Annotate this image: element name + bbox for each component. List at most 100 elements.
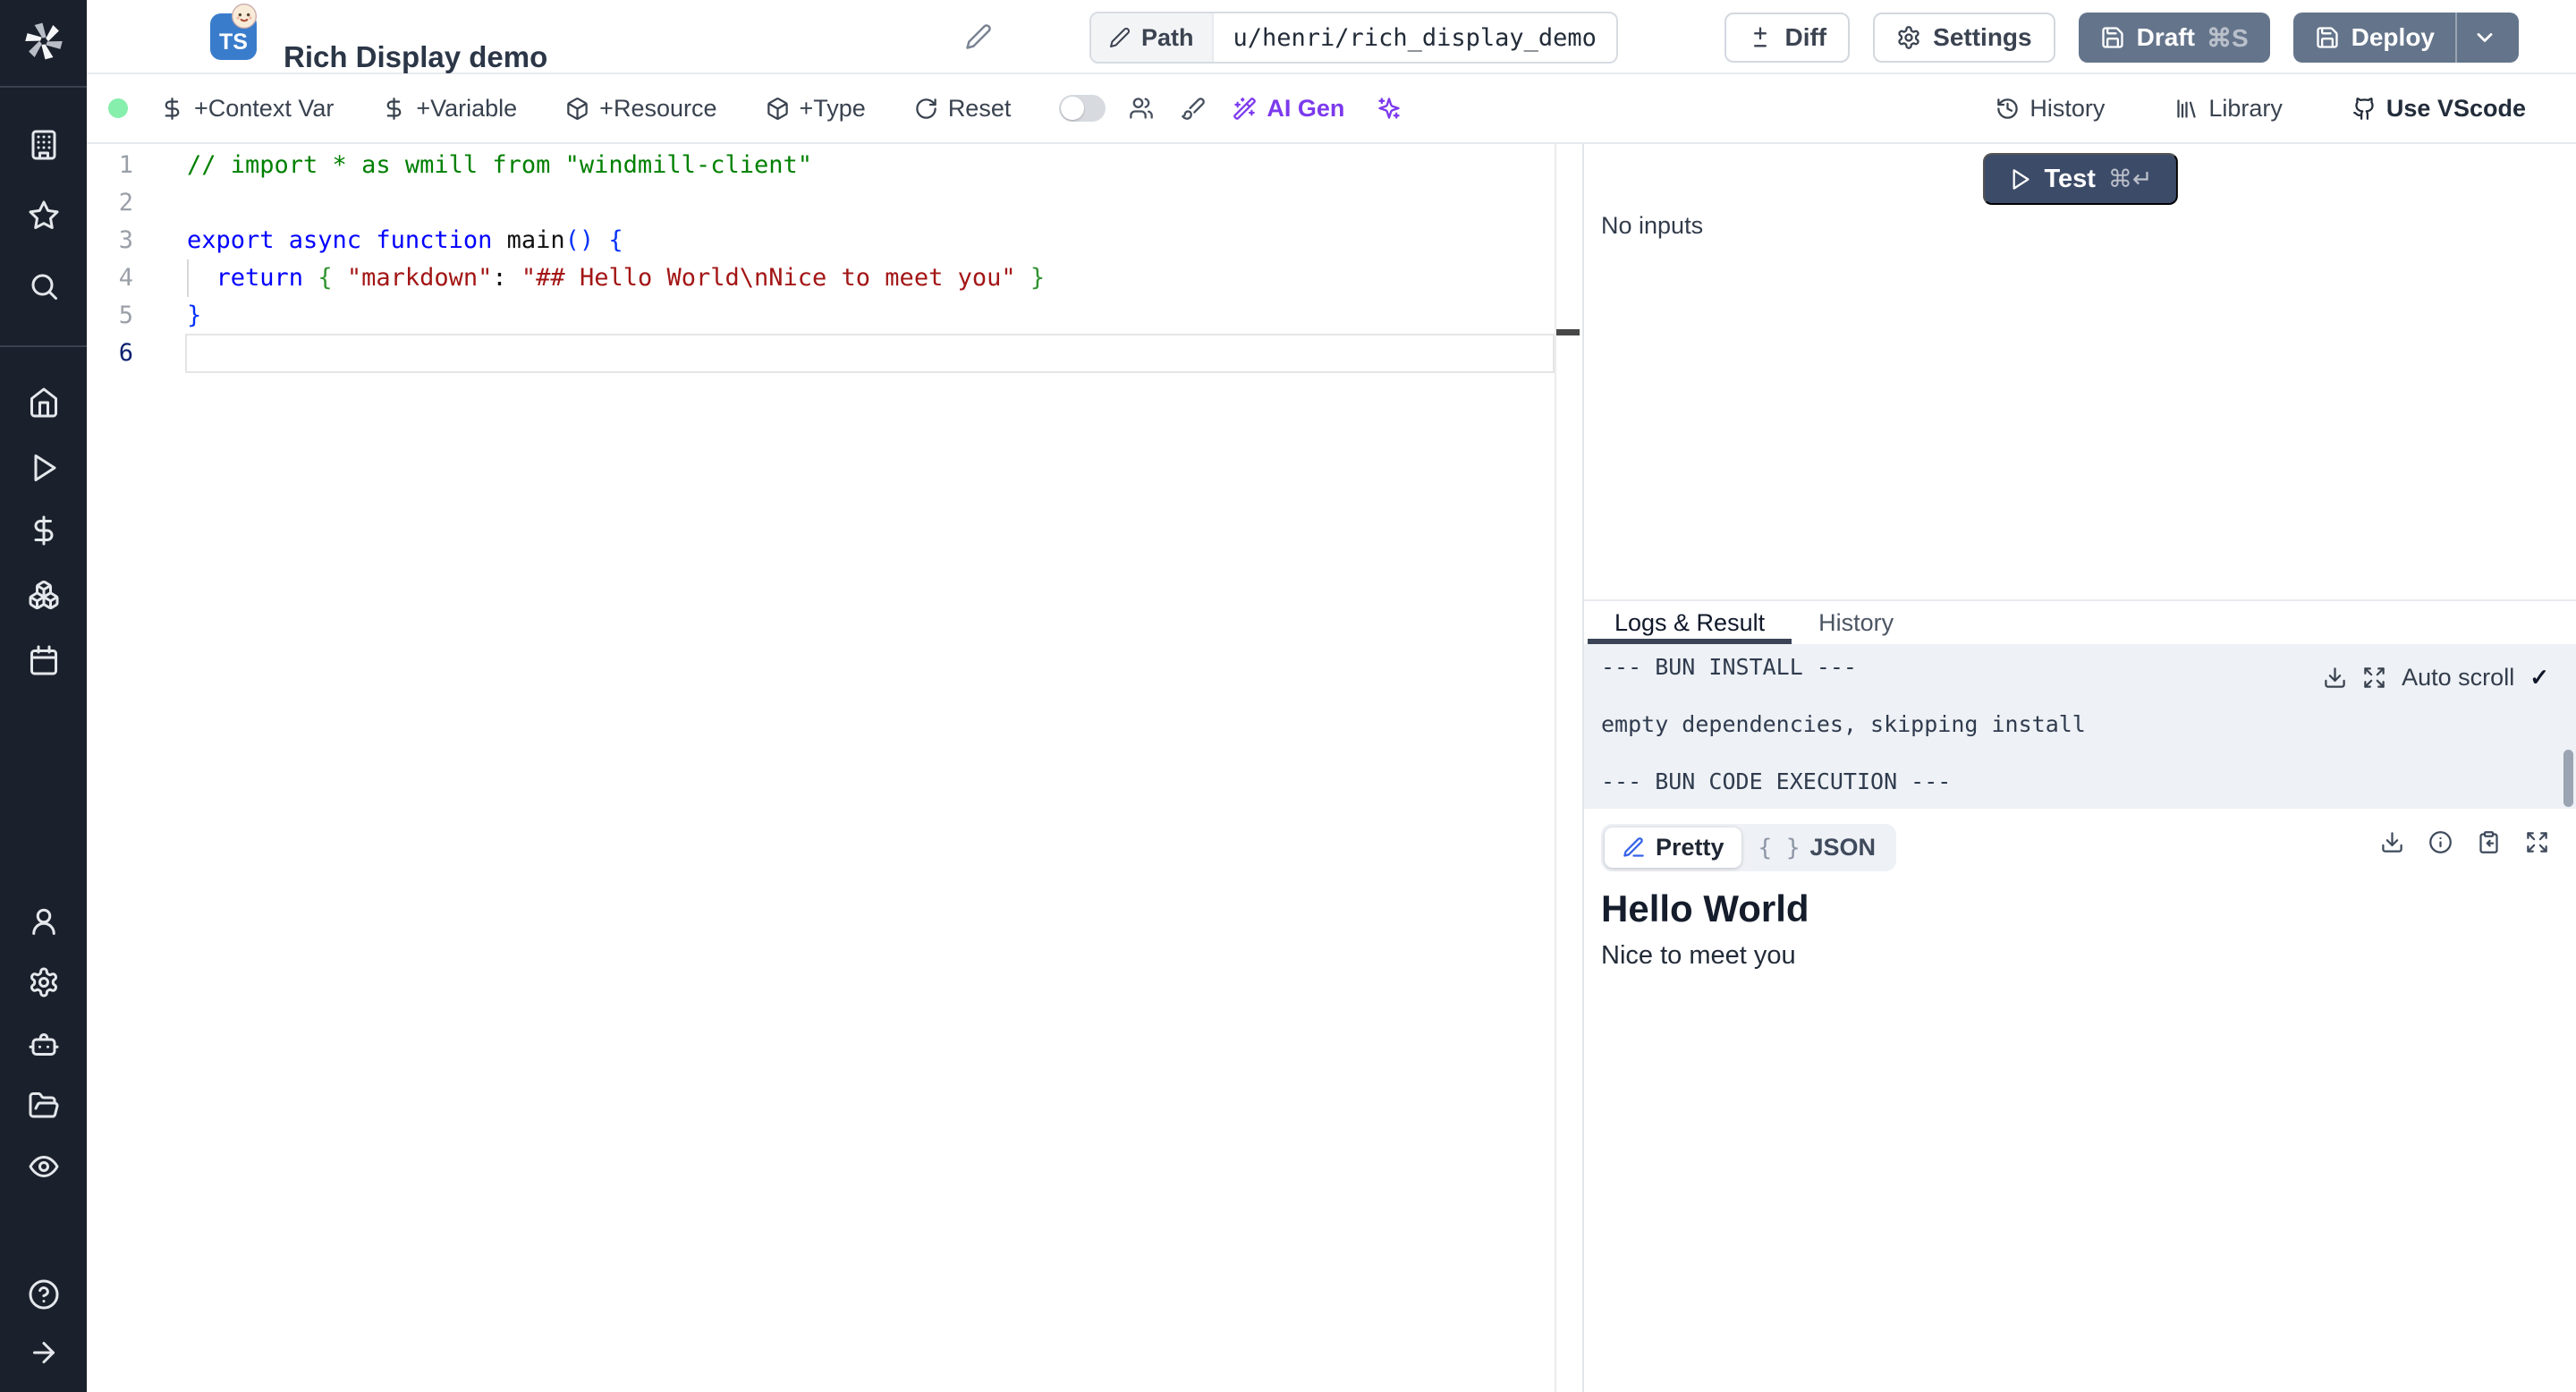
- tab-logs-result[interactable]: Logs & Result: [1588, 601, 1792, 644]
- auto-scroll-label[interactable]: Auto scroll: [2402, 664, 2514, 692]
- reset-label: Reset: [947, 94, 1012, 122]
- draft-button[interactable]: Draft ⌘S: [2078, 13, 2270, 63]
- code-lines[interactable]: // import * as wmill from "windmill-clie…: [187, 147, 1546, 372]
- braces-icon: { }: [1758, 834, 1801, 862]
- status-dot: [108, 98, 128, 118]
- sidebar-item-workspace[interactable]: [0, 125, 87, 165]
- sidebar-item-audit-logs[interactable]: [0, 1147, 87, 1186]
- json-view-button[interactable]: { } JSON: [1741, 828, 1894, 868]
- variable-label: +Variable: [416, 94, 518, 122]
- toolbar-right: History Library Use VScode: [1996, 95, 2526, 123]
- sidebar-item-resources[interactable]: [0, 575, 87, 615]
- inputs-section: Test ⌘↵ No inputs: [1584, 144, 2576, 599]
- context-var-label: +Context Var: [194, 94, 335, 122]
- sidebar-item-home[interactable]: [0, 383, 87, 422]
- chevron-down-icon[interactable]: [2472, 25, 2497, 50]
- test-shortcut: ⌘↵: [2107, 165, 2153, 192]
- result-markdown-heading: Hello World: [1601, 887, 1809, 929]
- library-icon: [2177, 98, 2197, 118]
- dollar-icon: [386, 97, 402, 120]
- ai-sparkles-button[interactable]: [1377, 96, 1402, 121]
- wand-sparkles-icon: [1233, 97, 1257, 120]
- sidebar-item-runs[interactable]: [0, 448, 87, 488]
- json-label: JSON: [1809, 834, 1877, 861]
- sidebar-item-settings[interactable]: [0, 963, 87, 1002]
- result-tabs: Logs & Result History: [1584, 599, 2576, 644]
- pen-icon: [1623, 837, 1644, 857]
- download-result-icon[interactable]: [2380, 830, 2404, 854]
- code-editor[interactable]: 123456 // import * as wmill from "windmi…: [87, 144, 1582, 1392]
- use-vscode-button[interactable]: Use VScode: [2352, 95, 2526, 123]
- sidebar-item-folders[interactable]: [0, 1086, 87, 1125]
- avatar: [230, 2, 258, 30]
- windmill-logo-icon[interactable]: [0, 13, 87, 70]
- settings-button[interactable]: Settings: [1873, 13, 2055, 63]
- path-label: Path: [1141, 23, 1194, 51]
- windmill-script-editor: TS Rich Display demo Path u/henri/rich_d…: [0, 0, 2576, 1392]
- diff-button[interactable]: Diff: [1724, 13, 1851, 63]
- search-icon: [31, 274, 57, 300]
- multiplayer-toggle[interactable]: [1059, 95, 1106, 122]
- format-code-button[interactable]: [1181, 96, 1206, 121]
- sparkles-icon: [1378, 98, 1401, 119]
- page-title: Rich Display demo: [284, 39, 548, 73]
- add-variable-button[interactable]: +Variable: [382, 95, 517, 123]
- save-icon: [2101, 27, 2123, 48]
- deploy-button[interactable]: Deploy: [2292, 13, 2519, 63]
- dollar-icon: [34, 515, 53, 546]
- diff-label: Diff: [1784, 23, 1827, 51]
- deploy-label: Deploy: [2351, 23, 2435, 51]
- use-vscode-label: Use VScode: [2385, 94, 2526, 122]
- info-icon[interactable]: [2428, 830, 2453, 854]
- edit-title-pencil-icon[interactable]: [965, 23, 992, 50]
- sidebar-item-users[interactable]: [0, 902, 87, 941]
- path-label-section[interactable]: Path: [1091, 13, 1214, 62]
- building-icon: [31, 130, 55, 160]
- sidebar-divider: [0, 86, 87, 88]
- rotate-cw-icon: [916, 98, 936, 119]
- brush-icon: [1182, 98, 1206, 120]
- github-octocat-icon: [2353, 97, 2374, 120]
- sidebar-expand-button[interactable]: [0, 1333, 87, 1372]
- path-field[interactable]: Path u/henri/rich_display_demo: [1089, 12, 1618, 64]
- diff-icon: [1754, 27, 1767, 47]
- sidebar-item-search[interactable]: [0, 267, 87, 306]
- expand-result-icon[interactable]: [2525, 830, 2549, 854]
- topbar-actions: Diff Settings Draft ⌘S Deploy: [1724, 13, 2519, 63]
- gear-icon: [1898, 26, 1919, 49]
- sidebar-item-schedules[interactable]: [0, 641, 87, 680]
- dollar-icon: [165, 97, 180, 120]
- path-value[interactable]: u/henri/rich_display_demo: [1214, 13, 1616, 62]
- star-icon: [29, 200, 58, 230]
- logs-viewer[interactable]: --- BUN INSTALL --- empty dependencies, s…: [1584, 644, 2576, 809]
- ai-gen-button[interactable]: AI Gen: [1233, 95, 1344, 123]
- copy-to-clipboard-icon[interactable]: [2477, 830, 2501, 854]
- test-button[interactable]: Test ⌘↵: [1982, 153, 2178, 205]
- boxes-icon: [29, 581, 58, 610]
- check-icon[interactable]: ✓: [2529, 664, 2549, 692]
- scrollbar-thumb[interactable]: [2563, 750, 2573, 807]
- user-icon: [31, 908, 55, 935]
- tab-history[interactable]: History: [1792, 601, 1920, 644]
- download-logs-icon[interactable]: [2323, 666, 2347, 690]
- sidebar-divider: [0, 345, 87, 347]
- draft-label: Draft: [2136, 23, 2195, 51]
- sidebar-item-workers[interactable]: [0, 1025, 87, 1065]
- pencil-icon: [1110, 28, 1131, 47]
- add-context-var-button[interactable]: +Context Var: [160, 95, 334, 123]
- sidebar-item-help[interactable]: [0, 1275, 87, 1314]
- expand-logs-icon[interactable]: [2362, 666, 2386, 690]
- reset-button[interactable]: Reset: [914, 94, 1012, 123]
- library-button[interactable]: Library: [2174, 95, 2283, 123]
- robot-icon: [29, 1032, 58, 1056]
- add-type-button[interactable]: +Type: [766, 95, 866, 123]
- package-icon: [567, 97, 588, 120]
- collaborators-button[interactable]: [1129, 96, 1154, 121]
- history-label: History: [2029, 94, 2106, 122]
- add-resource-button[interactable]: +Resource: [565, 95, 717, 123]
- sidebar-item-variables[interactable]: [0, 511, 87, 550]
- pretty-view-button[interactable]: Pretty: [1605, 828, 1741, 868]
- history-button[interactable]: History: [1996, 95, 2105, 123]
- type-label: +Type: [799, 94, 866, 122]
- sidebar-item-favorites[interactable]: [0, 196, 87, 235]
